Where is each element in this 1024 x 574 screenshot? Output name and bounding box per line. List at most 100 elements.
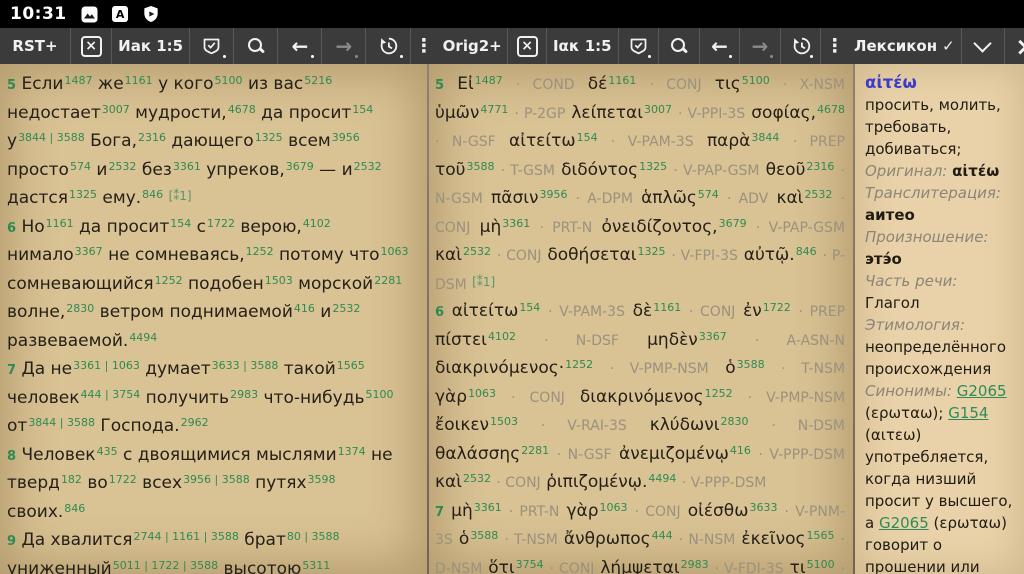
strong-number[interactable]: 4771 [480, 103, 508, 116]
strong-number[interactable]: 1325 [639, 160, 667, 173]
strong-number[interactable]: 3361 [474, 501, 502, 514]
word[interactable]: дастся [7, 188, 68, 208]
word[interactable]: всех [142, 473, 182, 493]
strong-number[interactable]: 1161 [653, 301, 681, 314]
module-button-orig[interactable]: Orig2+ [437, 28, 509, 64]
word[interactable]: думает [145, 359, 210, 379]
word[interactable]: ἐν [743, 301, 762, 321]
strong-number[interactable]: 3679 [286, 160, 314, 173]
strong-number[interactable]: 182 [61, 473, 82, 486]
strong-number[interactable]: 1565 [337, 359, 365, 372]
lexicon-link[interactable]: G154 [948, 404, 988, 422]
morphology-code[interactable]: · CONJ [650, 77, 702, 93]
word[interactable]: не сомневаясь, [108, 245, 245, 265]
strong-number[interactable]: 5100 [742, 74, 770, 87]
strong-number[interactable]: 2316 [806, 160, 834, 173]
morphology-code[interactable]: · V-PAM-3S [548, 304, 625, 320]
strong-number[interactable]: 1487 [64, 74, 92, 87]
word[interactable]: ветром поднимаемой [100, 302, 293, 322]
word[interactable]: Если [21, 74, 63, 94]
morphology-code[interactable]: · T-NSM [781, 361, 845, 377]
morphology-code[interactable]: · V-RAI-3S [541, 418, 627, 434]
morphology-code[interactable]: · PREP [793, 134, 845, 150]
morphology-code[interactable]: · X-NSM [783, 77, 845, 93]
strong-number[interactable]: 846 [142, 188, 163, 201]
word[interactable]: τις [715, 74, 741, 94]
morphology-code[interactable]: · PRT-N [509, 504, 560, 520]
word[interactable]: развеваемой. [7, 331, 128, 351]
word[interactable]: Человек [21, 445, 95, 465]
word[interactable]: упреков, [206, 160, 285, 180]
word[interactable]: дающего [171, 131, 253, 151]
strong-number[interactable]: 3361 [502, 217, 530, 230]
word[interactable]: Но [21, 217, 44, 237]
verse-number[interactable]: 6 [7, 221, 16, 236]
strong-number[interactable]: 416 [730, 444, 751, 457]
strong-number[interactable]: 5011 | 1722 | 3588 [113, 559, 218, 572]
strong-number[interactable]: 5216 [304, 74, 332, 87]
morphology-code[interactable]: · T-GSM [501, 163, 555, 179]
word[interactable]: παρὰ [707, 131, 750, 151]
strong-number[interactable]: 3367 [75, 245, 103, 258]
word[interactable]: Бога, [90, 131, 137, 151]
morphology-code[interactable]: · CONJ [550, 561, 595, 574]
strong-number[interactable]: 1722 [763, 301, 791, 314]
strong-number[interactable]: 3844 | 3588 [18, 131, 85, 144]
strong-number[interactable]: 2983 [230, 388, 258, 401]
word[interactable]: μὴ [480, 217, 502, 237]
word[interactable]: и [342, 160, 353, 180]
strong-number[interactable]: 154 [170, 217, 191, 230]
strong-number[interactable]: 2830 [66, 302, 94, 315]
strong-number[interactable]: 2983 [681, 558, 709, 571]
morphology-code[interactable]: · ADV [727, 191, 768, 207]
word[interactable]: униженный [7, 559, 112, 574]
strong-number[interactable]: 3956 [539, 188, 567, 201]
morphology-code[interactable]: · V-PMP-NSM [748, 390, 845, 406]
word[interactable]: подобен [188, 274, 264, 294]
word[interactable]: θεοῦ [766, 160, 806, 180]
search-button[interactable] [234, 28, 279, 64]
word[interactable]: σοφίας, [751, 103, 816, 123]
word[interactable]: сомневающийся [7, 274, 154, 294]
back-button[interactable]: ← [700, 28, 741, 64]
strong-number[interactable]: 2532 [332, 302, 360, 315]
morphology-code[interactable]: · V-PPP-DSM [758, 447, 845, 463]
strong-number[interactable]: 3361 [173, 160, 201, 173]
word[interactable]: ὁ [459, 529, 469, 549]
strong-number[interactable]: 1252 [705, 387, 733, 400]
word[interactable]: верою, [240, 217, 301, 237]
collapse-button[interactable] [962, 28, 1005, 64]
morphology-code[interactable]: · COND [516, 77, 575, 93]
strong-number[interactable]: 846 [796, 245, 817, 258]
verse-number[interactable]: 5 [7, 78, 16, 93]
strong-number[interactable]: 1063 [600, 501, 628, 514]
strong-number[interactable]: 1503 [490, 415, 518, 428]
strong-number[interactable]: 3588 [466, 160, 494, 173]
verse[interactable]: 5 Если1487 же1161 у кого5100 из вас5216 … [7, 71, 417, 214]
strong-number[interactable]: 3956 [332, 131, 360, 144]
back-button[interactable]: ← [278, 28, 323, 64]
word[interactable]: путях [255, 473, 306, 493]
strong-number[interactable]: 5100 [807, 558, 835, 571]
strong-number[interactable]: 3844 | 3588 [28, 416, 95, 429]
verse-number[interactable]: 7 [435, 505, 444, 520]
morphology-code[interactable]: · V-PPP-DSM [682, 475, 767, 491]
word[interactable]: волне, [7, 302, 65, 322]
strong-number[interactable]: 4102 [303, 217, 331, 230]
morphology-code[interactable]: · A-ASN-N [755, 333, 845, 349]
strong-number[interactable]: 3754 [516, 558, 544, 571]
menu-button[interactable]: ⋮ [411, 28, 437, 64]
strong-number[interactable]: 2532 [804, 188, 832, 201]
strong-number[interactable]: 3588 [737, 358, 765, 371]
strong-number[interactable]: 2532 [108, 160, 136, 173]
strong-number[interactable]: 2281 [374, 274, 402, 287]
word[interactable]: ἁπλῶς [641, 188, 697, 208]
strong-number[interactable]: 3007 [102, 103, 130, 116]
word[interactable]: διακρινόμενος· [435, 358, 564, 378]
menu-button[interactable]: ⋮ [821, 28, 848, 64]
word[interactable]: у кого [158, 74, 213, 94]
morphology-code[interactable]: · P-2GP [514, 106, 565, 122]
strong-number[interactable]: 1503 [265, 274, 293, 287]
strong-number[interactable]: 1722 [207, 217, 235, 230]
strong-number[interactable]: 3956 | 3588 [183, 473, 250, 486]
